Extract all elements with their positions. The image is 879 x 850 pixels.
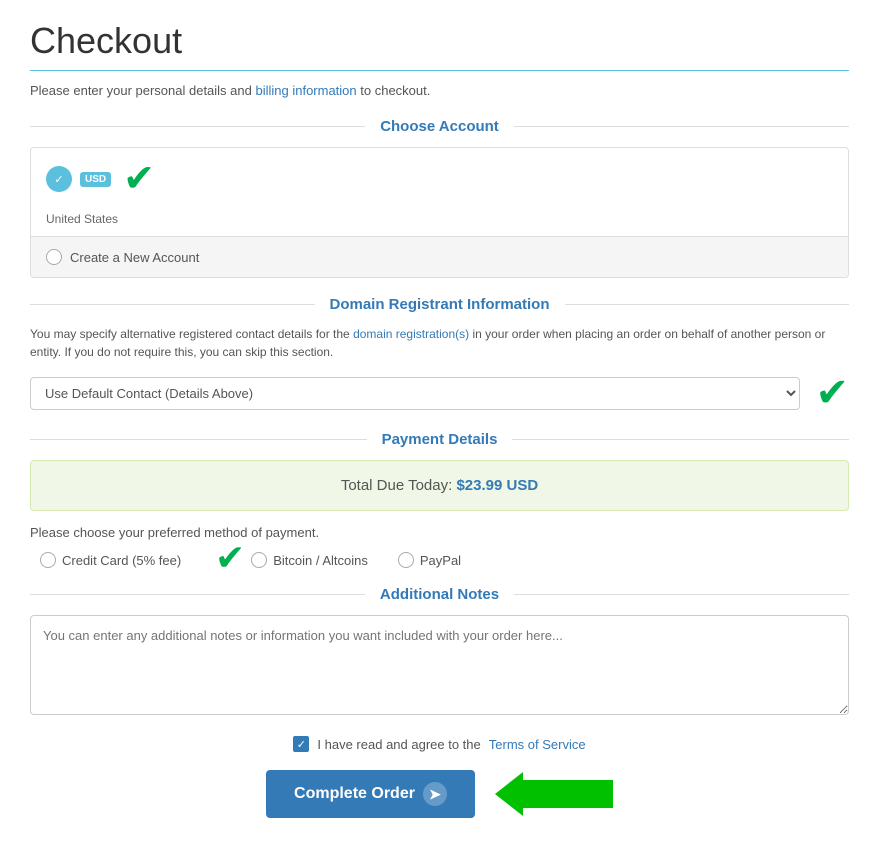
total-due-label: Total Due Today: xyxy=(341,477,452,494)
tos-label: I have read and agree to the xyxy=(317,737,480,752)
tos-link[interactable]: Terms of Service xyxy=(489,737,586,752)
credit-card-radio[interactable] xyxy=(40,552,56,568)
create-new-radio[interactable] xyxy=(46,249,62,265)
tos-row: ✓ I have read and agree to the Terms of … xyxy=(30,736,849,752)
domain-checkmark-icon: ✔ xyxy=(815,373,849,413)
selected-account-row[interactable]: ✓ USD ✔ xyxy=(31,148,848,210)
arrow-head xyxy=(495,772,523,816)
complete-order-button[interactable]: Complete Order ➤ xyxy=(266,770,475,818)
account-box: ✓ USD ✔ United States Create a New Accou… xyxy=(30,147,849,278)
domain-registrant-divider: Domain Registrant Information xyxy=(30,296,849,313)
payment-details-title: Payment Details xyxy=(367,431,513,448)
total-due-amount: $23.99 USD xyxy=(456,477,538,494)
bitcoin-checkmark-icon: ✔ xyxy=(215,540,245,576)
title-divider xyxy=(30,70,849,71)
payment-method-credit-card[interactable]: Credit Card (5% fee) xyxy=(40,552,181,568)
additional-notes-title: Additional Notes xyxy=(365,586,514,603)
total-due-box: Total Due Today: $23.99 USD xyxy=(30,460,849,511)
complete-order-row: Complete Order ➤ xyxy=(30,770,849,818)
domain-select-row: Use Default Contact (Details Above) Ente… xyxy=(30,373,849,413)
domain-info-text: You may specify alternative registered c… xyxy=(30,325,849,361)
bitcoin-label: Bitcoin / Altcoins xyxy=(273,553,368,568)
choose-account-title: Choose Account xyxy=(365,118,514,135)
intro-text: Please enter your personal details and b… xyxy=(30,83,849,98)
additional-notes-textarea[interactable] xyxy=(30,615,849,715)
tos-checkbox[interactable]: ✓ xyxy=(293,736,309,752)
account-country: United States xyxy=(31,210,848,236)
bitcoin-radio[interactable] xyxy=(251,552,267,568)
arrow-body xyxy=(523,780,613,808)
create-new-label: Create a New Account xyxy=(70,250,199,265)
payment-pref-text: Please choose your preferred method of p… xyxy=(30,525,849,540)
payment-method-paypal[interactable]: PayPal xyxy=(398,552,461,568)
payment-method-bitcoin[interactable]: Bitcoin / Altcoins xyxy=(251,552,368,568)
account-check-icon: ✓ xyxy=(46,166,72,192)
complete-order-arrow-icon: ➤ xyxy=(423,782,447,806)
paypal-radio[interactable] xyxy=(398,552,414,568)
page-title: Checkout xyxy=(30,20,849,62)
credit-card-label: Credit Card (5% fee) xyxy=(62,553,181,568)
account-checkmark-icon: ✔ xyxy=(123,160,155,198)
green-arrow-indicator xyxy=(495,772,613,816)
currency-badge: USD xyxy=(80,172,111,187)
domain-contact-select[interactable]: Use Default Contact (Details Above) Ente… xyxy=(30,377,800,410)
create-new-account-row[interactable]: Create a New Account xyxy=(31,236,848,277)
payment-details-divider: Payment Details xyxy=(30,431,849,448)
payment-methods: Credit Card (5% fee) ✔ Bitcoin / Altcoin… xyxy=(30,552,849,568)
paypal-label: PayPal xyxy=(420,553,461,568)
additional-notes-divider: Additional Notes xyxy=(30,586,849,603)
complete-order-label: Complete Order xyxy=(294,785,415,803)
domain-registrant-title: Domain Registrant Information xyxy=(315,296,565,313)
choose-account-divider: Choose Account xyxy=(30,118,849,135)
